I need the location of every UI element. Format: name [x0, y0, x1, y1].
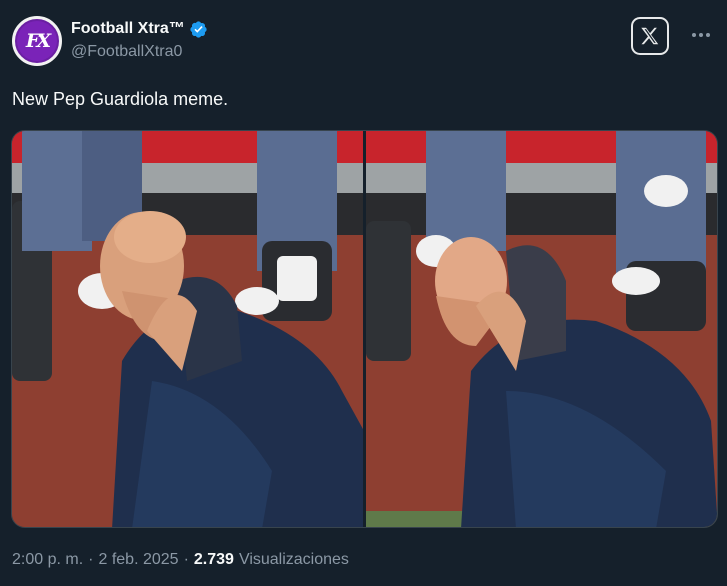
avatar-initials: FX: [25, 30, 51, 52]
media-grid[interactable]: [11, 130, 718, 528]
tweet-meta: 2:00 p. m. · 2 feb. 2025 · 2.739 Visuali…: [12, 551, 349, 569]
display-name-row: Football Xtra™: [71, 18, 208, 40]
tweet-time[interactable]: 2:00 p. m.: [12, 551, 83, 569]
display-name[interactable]: Football Xtra™: [71, 20, 185, 38]
views-label: Visualizaciones: [238, 551, 349, 568]
meta-separator: ·: [88, 551, 94, 568]
avatar[interactable]: FX: [12, 16, 62, 66]
tweet-text: New Pep Guardiola meme.: [12, 89, 229, 109]
more-options-icon[interactable]: [689, 24, 713, 46]
meta-separator-2: ·: [183, 551, 189, 568]
tweet-header: FX Football Xtra™ @FootballXtra0: [12, 14, 715, 70]
avatar-badge: FX: [17, 21, 57, 61]
x-logo-icon[interactable]: [631, 17, 669, 55]
media-image-left[interactable]: [12, 131, 363, 527]
handle[interactable]: @FootballXtra0: [71, 43, 208, 61]
verified-badge-icon: [189, 20, 208, 39]
views-count: 2.739: [193, 551, 234, 568]
author-block: Football Xtra™ @FootballXtra0: [71, 18, 208, 61]
tweet-date[interactable]: 2 feb. 2025: [98, 551, 178, 569]
media-image-right[interactable]: [366, 131, 717, 527]
